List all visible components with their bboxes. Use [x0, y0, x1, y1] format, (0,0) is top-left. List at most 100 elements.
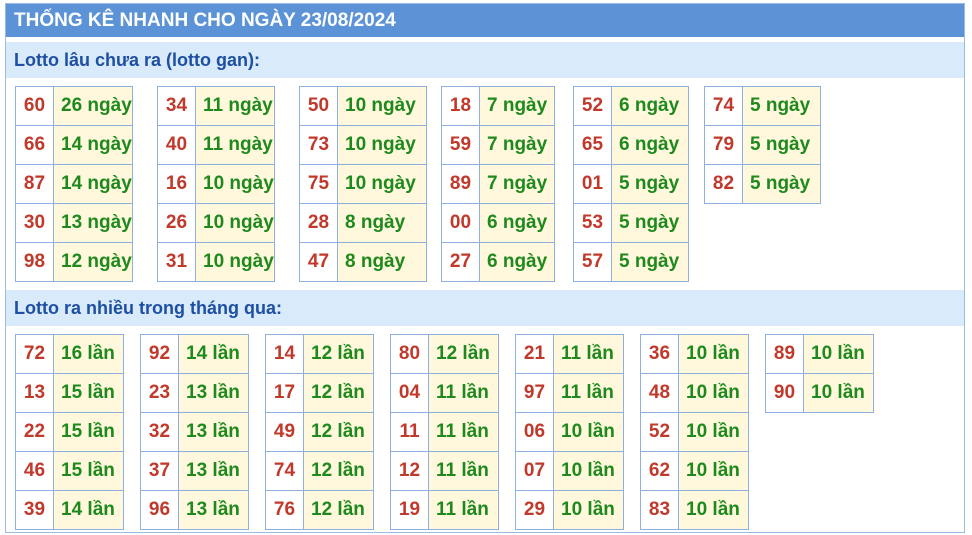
gan-column: 50 10 ngày 73 10 ngày 75 10 ngày 28 8 ngày 47 8 n… [299, 86, 427, 282]
nhieu-row: 17 12 lần [266, 374, 373, 413]
lotto-number: 17 [266, 374, 304, 412]
nhieu-column: 21 11 lần 97 11 lần 06 10 lần 07 10 lần 29 10 lần [515, 334, 624, 530]
times-count: 12 lần [304, 491, 373, 529]
gan-row: 53 5 ngày [574, 204, 688, 243]
times-count: 15 lần [54, 452, 123, 490]
days-count: 12 ngày [54, 243, 132, 281]
gan-row: 73 10 ngày [300, 126, 426, 165]
nhieu-row: 21 11 lần [516, 335, 623, 374]
gan-row: 66 14 ngày [16, 126, 132, 165]
times-count: 13 lần [179, 452, 248, 490]
lotto-number: 89 [442, 165, 480, 203]
times-count: 11 lần [429, 491, 498, 529]
gan-row: 16 10 ngày [158, 165, 274, 204]
nhieu-row: 19 11 lần [391, 491, 498, 530]
lotto-number: 32 [141, 413, 179, 451]
nhieu-row: 46 15 lần [16, 452, 123, 491]
days-count: 5 ngày [612, 165, 688, 203]
lotto-number: 30 [16, 204, 54, 242]
lotto-number: 39 [16, 491, 54, 529]
times-count: 10 lần [804, 374, 873, 412]
nhieu-row: 62 10 lần [641, 452, 748, 491]
lotto-number: 19 [391, 491, 429, 529]
lotto-number: 72 [16, 335, 54, 373]
lotto-number: 90 [766, 374, 804, 412]
nhieu-row: 32 13 lần [141, 413, 248, 452]
days-count: 10 ngày [338, 87, 426, 125]
lotto-number: 60 [16, 87, 54, 125]
lotto-number: 28 [300, 204, 338, 242]
lotto-number: 83 [641, 491, 679, 529]
lotto-number: 97 [516, 374, 554, 412]
lotto-number: 37 [141, 452, 179, 490]
nhieu-column: 36 10 lần 48 10 lần 52 10 lần 62 10 lần 83 10 lần [640, 334, 749, 530]
times-count: 12 lần [304, 335, 373, 373]
lotto-number: 48 [641, 374, 679, 412]
days-count: 7 ngày [480, 87, 554, 125]
days-count: 7 ngày [480, 126, 554, 164]
lotto-number: 16 [158, 165, 196, 203]
gan-row: 89 7 ngày [442, 165, 554, 204]
nhieu-row: 36 10 lần [641, 335, 748, 374]
times-count: 16 lần [54, 335, 123, 373]
gan-column: 74 5 ngày 79 5 ngày 82 5 ngày [704, 86, 821, 204]
nhieu-row: 49 12 lần [266, 413, 373, 452]
lotto-number: 21 [516, 335, 554, 373]
gan-row: 75 10 ngày [300, 165, 426, 204]
lotto-number: 82 [705, 165, 743, 203]
times-count: 10 lần [679, 491, 748, 529]
lotto-number: 49 [266, 413, 304, 451]
times-count: 10 lần [679, 374, 748, 412]
days-count: 14 ngày [54, 126, 132, 164]
lotto-number: 52 [641, 413, 679, 451]
nhieu-row: 29 10 lần [516, 491, 623, 530]
lotto-number: 75 [300, 165, 338, 203]
lotto-number: 62 [641, 452, 679, 490]
lotto-number: 11 [391, 413, 429, 451]
times-count: 13 lần [179, 413, 248, 451]
days-count: 11 ngày [196, 87, 274, 125]
days-count: 8 ngày [338, 243, 426, 281]
times-count: 12 lần [304, 374, 373, 412]
times-count: 10 lần [679, 335, 748, 373]
times-count: 10 lần [554, 452, 623, 490]
days-count: 11 ngày [196, 126, 274, 164]
days-count: 6 ngày [480, 204, 554, 242]
lotto-number: 74 [705, 87, 743, 125]
gan-row: 34 11 ngày [158, 87, 274, 126]
days-count: 6 ngày [612, 126, 688, 164]
nhieu-column: 72 16 lần 13 15 lần 22 15 lần 46 15 lần 39 14 lần [15, 334, 124, 530]
lotto-number: 06 [516, 413, 554, 451]
times-count: 10 lần [554, 413, 623, 451]
days-count: 8 ngày [338, 204, 426, 242]
lotto-number: 13 [16, 374, 54, 412]
nhieu-row: 92 14 lần [141, 335, 248, 374]
times-count: 15 lần [54, 413, 123, 451]
lotto-number: 14 [266, 335, 304, 373]
lotto-number: 76 [266, 491, 304, 529]
lotto-number: 59 [442, 126, 480, 164]
gan-row: 18 7 ngày [442, 87, 554, 126]
gan-column: 34 11 ngày 40 11 ngày 16 10 ngày 26 10 ngày 31 10… [157, 86, 275, 282]
lotto-number: 50 [300, 87, 338, 125]
section-header-lotto-gan: Lotto lâu chưa ra (lotto gan): [6, 42, 964, 78]
nhieu-row: 39 14 lần [16, 491, 123, 530]
lotto-number: 23 [141, 374, 179, 412]
lotto-number: 26 [158, 204, 196, 242]
days-count: 10 ngày [196, 243, 274, 281]
lotto-number: 46 [16, 452, 54, 490]
days-count: 14 ngày [54, 165, 132, 203]
lotto-number: 47 [300, 243, 338, 281]
lotto-number: 87 [16, 165, 54, 203]
nhieu-row: 14 12 lần [266, 335, 373, 374]
lotto-number: 18 [442, 87, 480, 125]
days-count: 5 ngày [612, 204, 688, 242]
gan-row: 47 8 ngày [300, 243, 426, 282]
lotto-number: 07 [516, 452, 554, 490]
gan-column: 60 26 ngày 66 14 ngày 87 14 ngày 30 13 ngày 98 12… [15, 86, 133, 282]
lotto-number: 52 [574, 87, 612, 125]
nhieu-row: 37 13 lần [141, 452, 248, 491]
gan-row: 79 5 ngày [705, 126, 820, 165]
times-count: 15 lần [54, 374, 123, 412]
days-count: 5 ngày [743, 165, 820, 203]
